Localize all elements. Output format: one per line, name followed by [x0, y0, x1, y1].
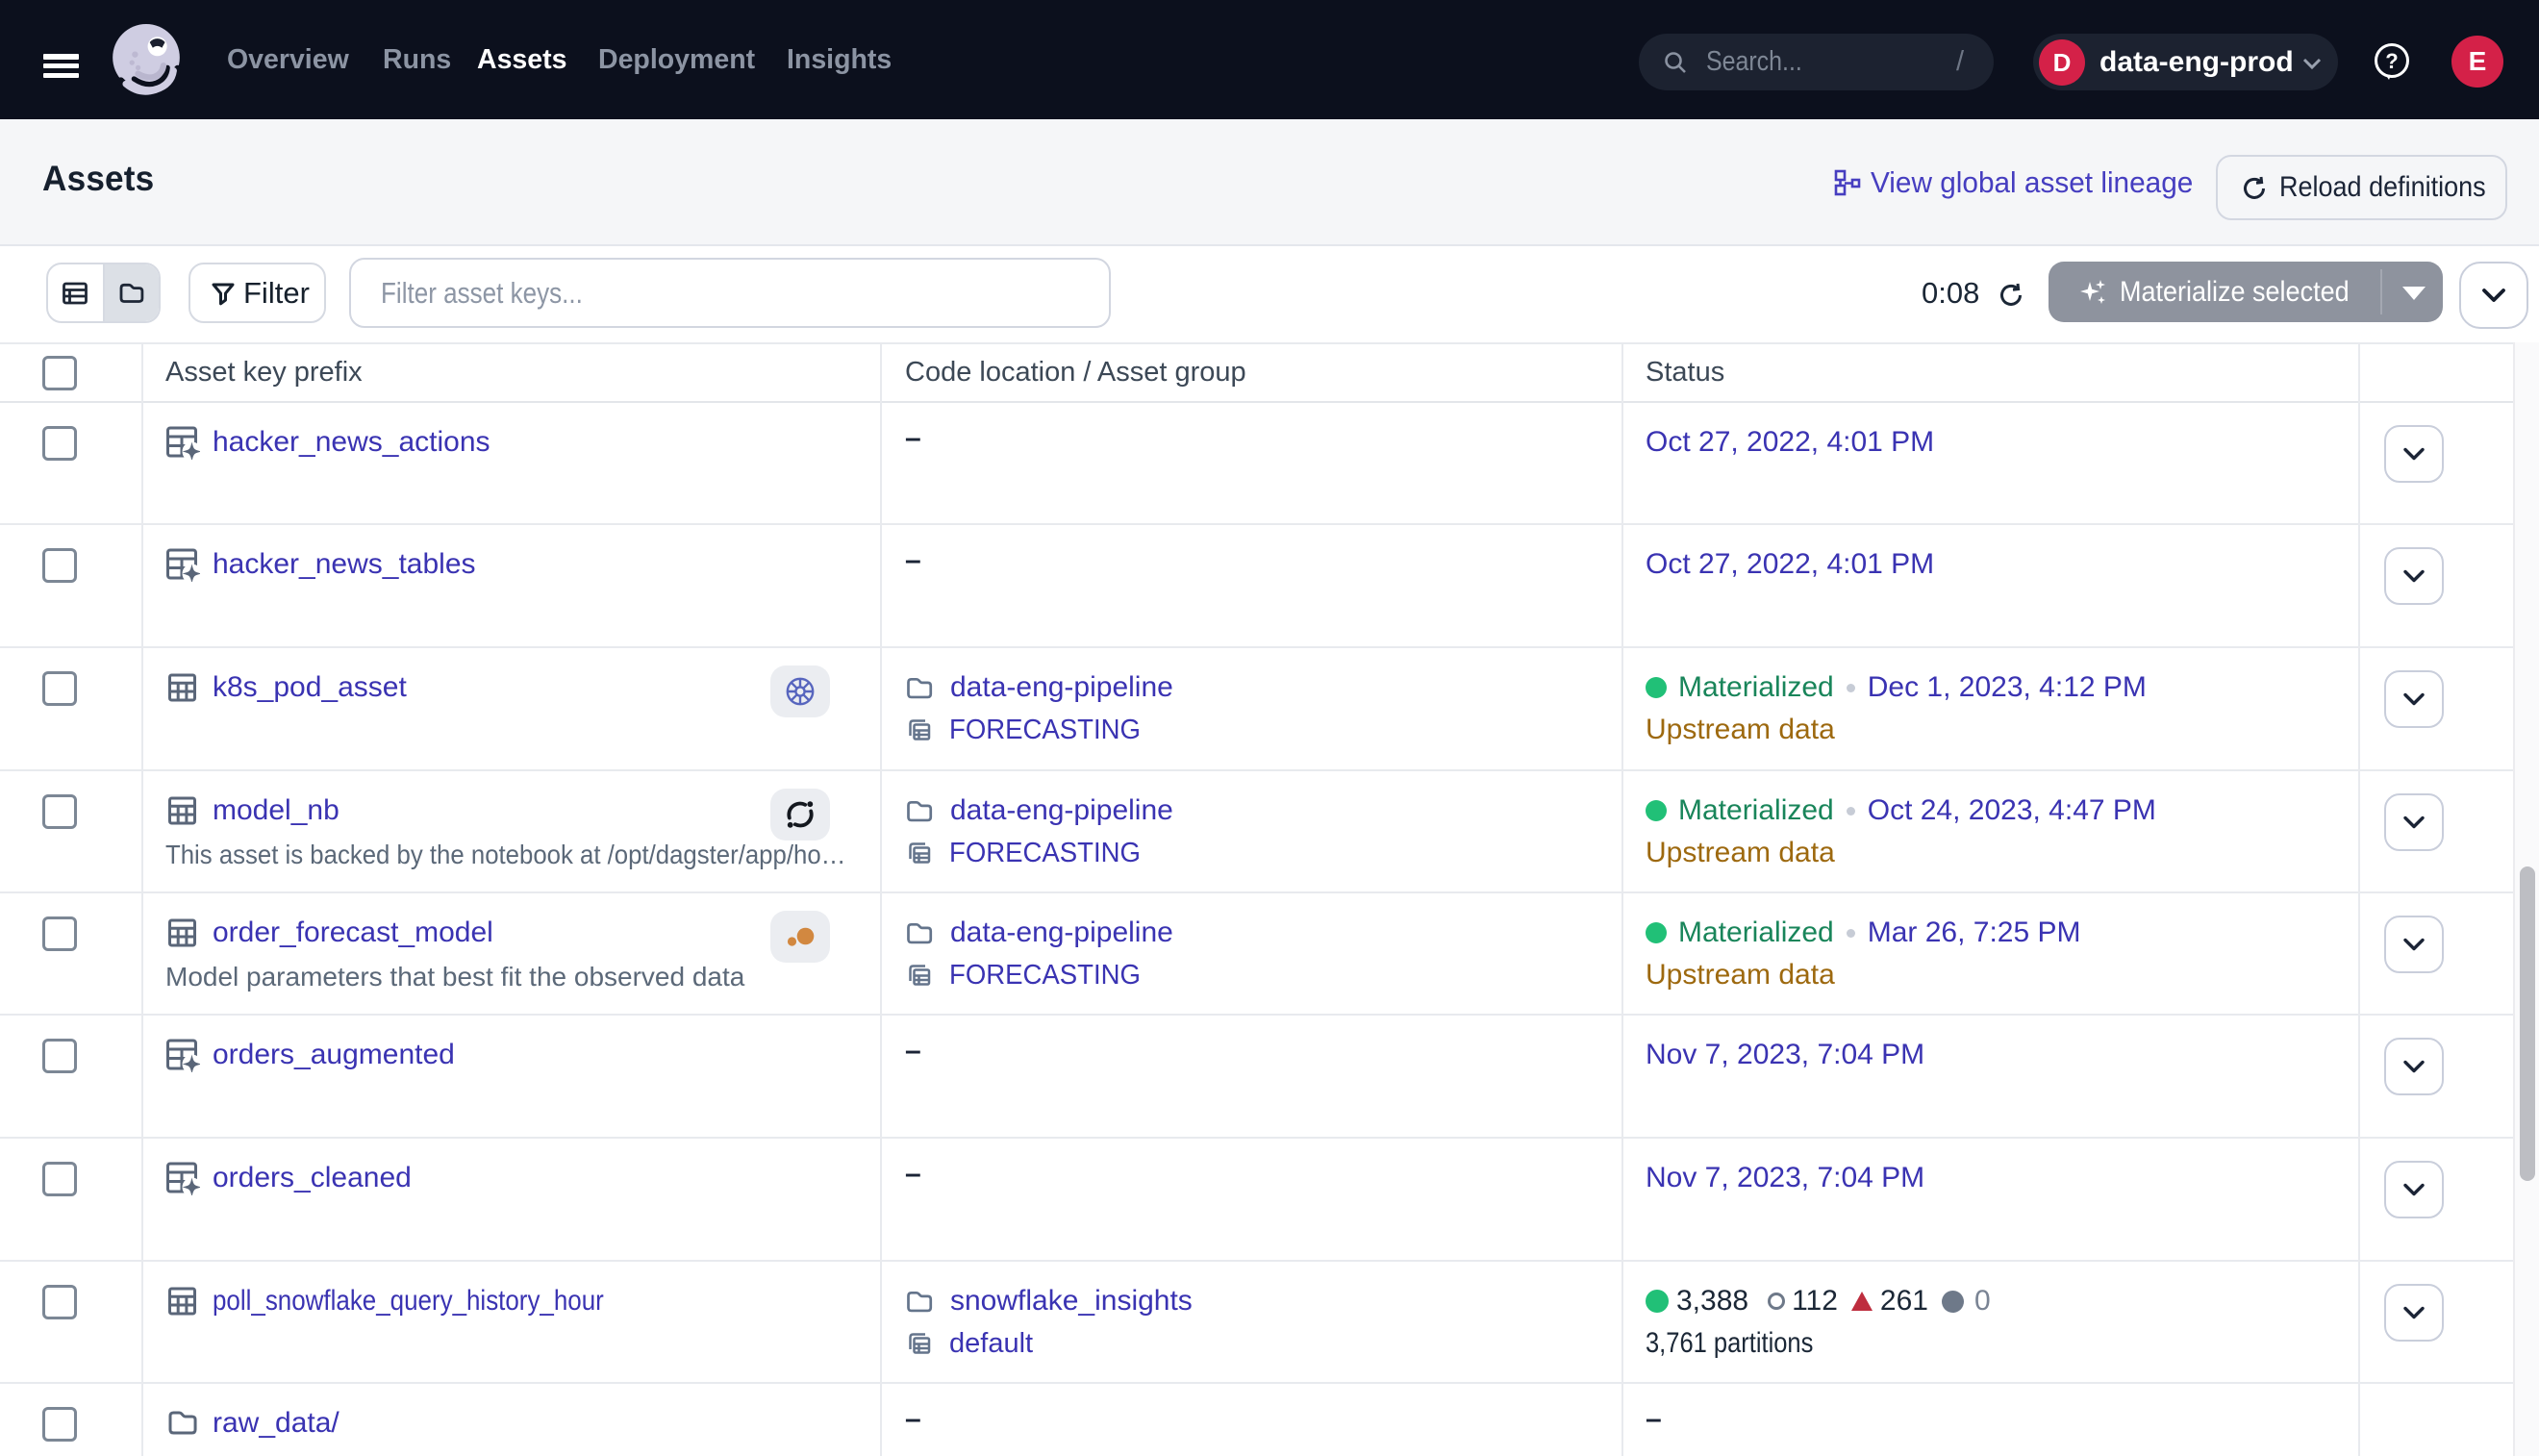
svg-text:?: ?	[2385, 49, 2398, 73]
